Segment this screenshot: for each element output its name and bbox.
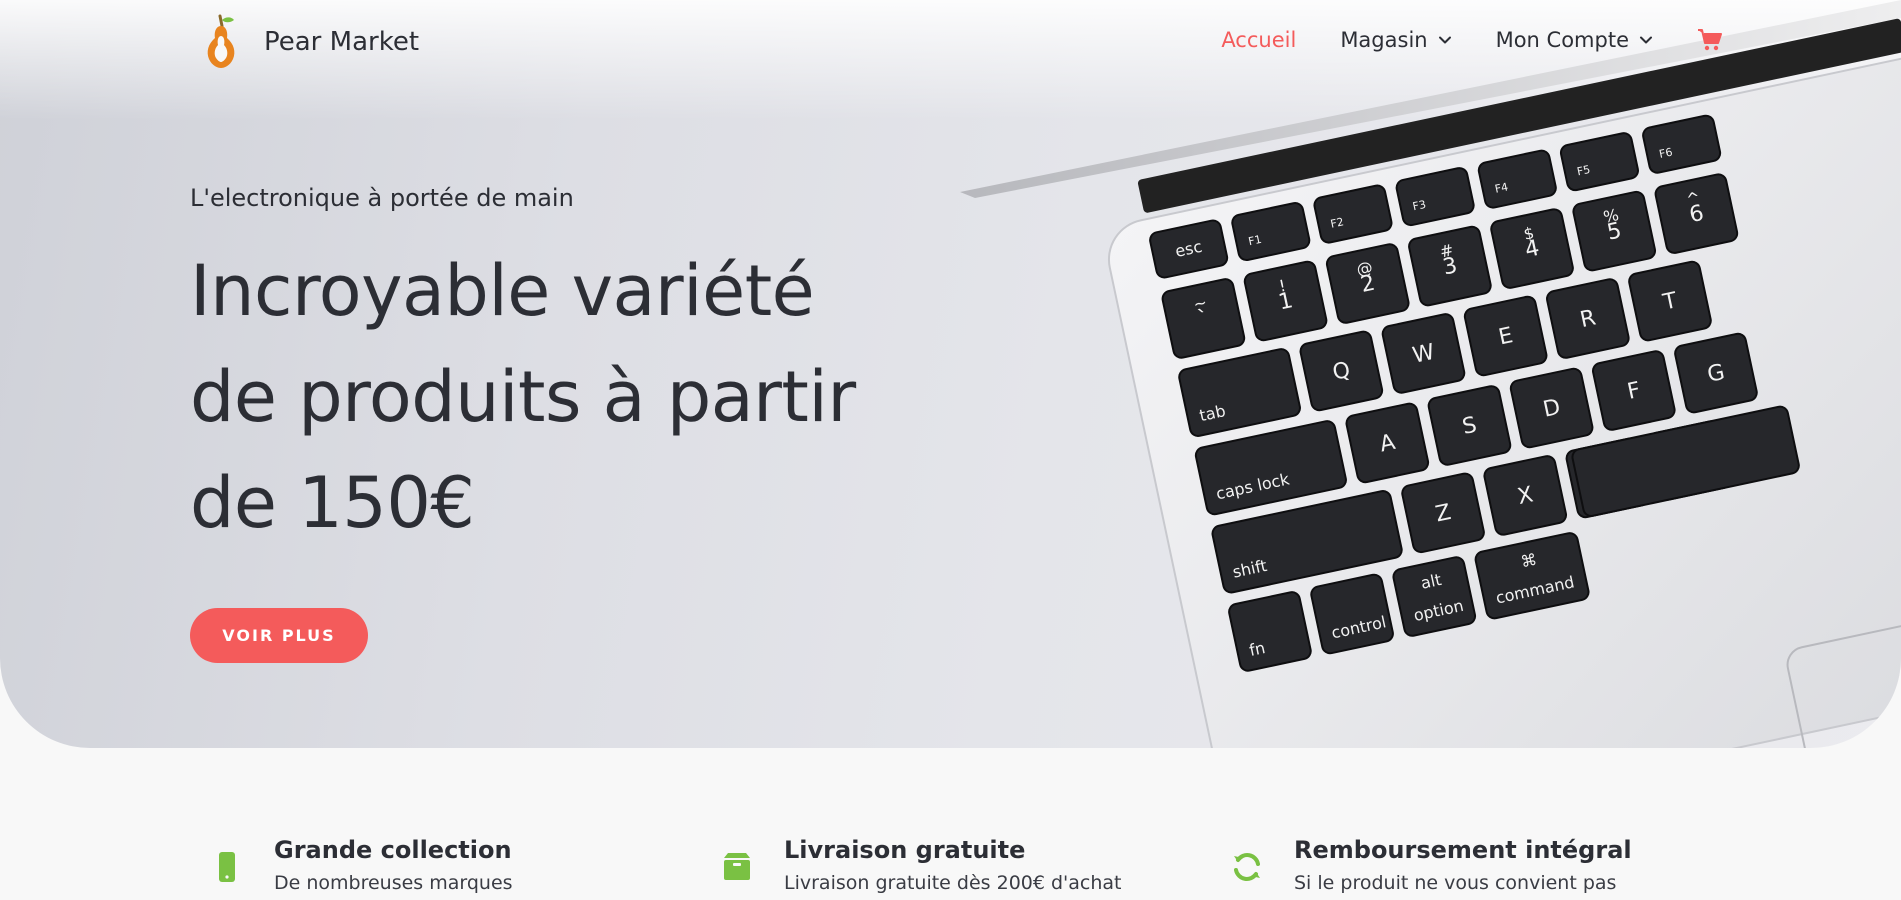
- feature-title: Remboursement intégral: [1294, 836, 1632, 864]
- brand-name: Pear Market: [264, 27, 420, 57]
- feature-desc: Livraison gratuite dès 200€ d'achat: [784, 872, 1122, 894]
- feature-desc: De nombreuses marques: [274, 872, 513, 894]
- refresh-icon: [1234, 853, 1260, 881]
- nav-item-mon-compte[interactable]: Mon Compte: [1496, 28, 1653, 52]
- cart-icon[interactable]: [1697, 28, 1723, 52]
- nav-item-magasin[interactable]: Magasin: [1340, 28, 1451, 52]
- box-icon: [724, 853, 750, 880]
- feature-text: Grande collection De nombreuses marques: [274, 820, 513, 894]
- mobile-phone-icon: [219, 852, 235, 882]
- chevron-down-icon: [1438, 36, 1451, 44]
- nav-item-label: Magasin: [1340, 28, 1428, 52]
- keyboard-key-label: F3: [1411, 198, 1427, 213]
- feature-title: Grande collection: [274, 836, 512, 864]
- hero-title-line: de produits à partir: [190, 356, 856, 438]
- top-navigation: Pear Market Accueil Magasin Mon Compte: [0, 0, 1901, 84]
- keyboard-key-label: F4: [1494, 180, 1510, 195]
- feature-desc: Si le produit ne vous convient pas: [1294, 872, 1617, 894]
- features-row: Grande collection De nombreuses marques …: [0, 820, 1901, 900]
- hero-section: esc F1 F2 F3 F4 F5 F6 ` ~1! 2 @3 #4 $5% 6 ^ tab Q W E R Tcap…: [0, 0, 1901, 748]
- feature-title: Livraison gratuite: [784, 836, 1026, 864]
- keyboard-key: [1228, 591, 1312, 672]
- main-menu: Accueil Magasin Mon Compte: [1177, 28, 1723, 52]
- feature-text: Remboursement intégral Si le produit ne …: [1294, 820, 1632, 894]
- keyboard-key-label: F1: [1247, 233, 1263, 248]
- feature-collection: Grande collection De nombreuses marques: [210, 820, 513, 894]
- keyboard-key-label: F2: [1329, 215, 1345, 230]
- nav-item-label: Mon Compte: [1495, 28, 1629, 52]
- pear-logo-icon: [207, 14, 235, 68]
- chevron-down-icon: [1640, 36, 1652, 44]
- keyboard-key: [1392, 556, 1477, 637]
- hero-title: Incroyable variété de produits à partir …: [190, 238, 950, 556]
- feature-text: Livraison gratuite Livraison gratuite dè…: [784, 820, 1122, 894]
- feature-remboursement: Remboursement intégral Si le produit ne …: [1230, 820, 1632, 894]
- hero-title-line: de 150€: [190, 462, 475, 544]
- keyboard-key-label: F5: [1576, 163, 1592, 178]
- brand[interactable]: Pear Market: [200, 14, 419, 70]
- feature-livraison: Livraison gratuite Livraison gratuite dè…: [720, 820, 1122, 894]
- hero-subtitle: L'electronique à portée de main: [190, 184, 574, 212]
- laptop-keyboard-image: esc F1F2F3F4F5F6`~ 1! 2@ 3# 4$ 5% 6^tabQWERTcap…: [960, 0, 1901, 748]
- nav-item-label: Accueil: [1221, 28, 1297, 52]
- keyboard-key-label: F6: [1658, 145, 1674, 160]
- hero-title-line: Incroyable variété: [190, 250, 815, 332]
- voir-plus-button[interactable]: VOIR PLUS: [190, 608, 368, 663]
- nav-item-accueil[interactable]: Accueil: [1221, 28, 1296, 52]
